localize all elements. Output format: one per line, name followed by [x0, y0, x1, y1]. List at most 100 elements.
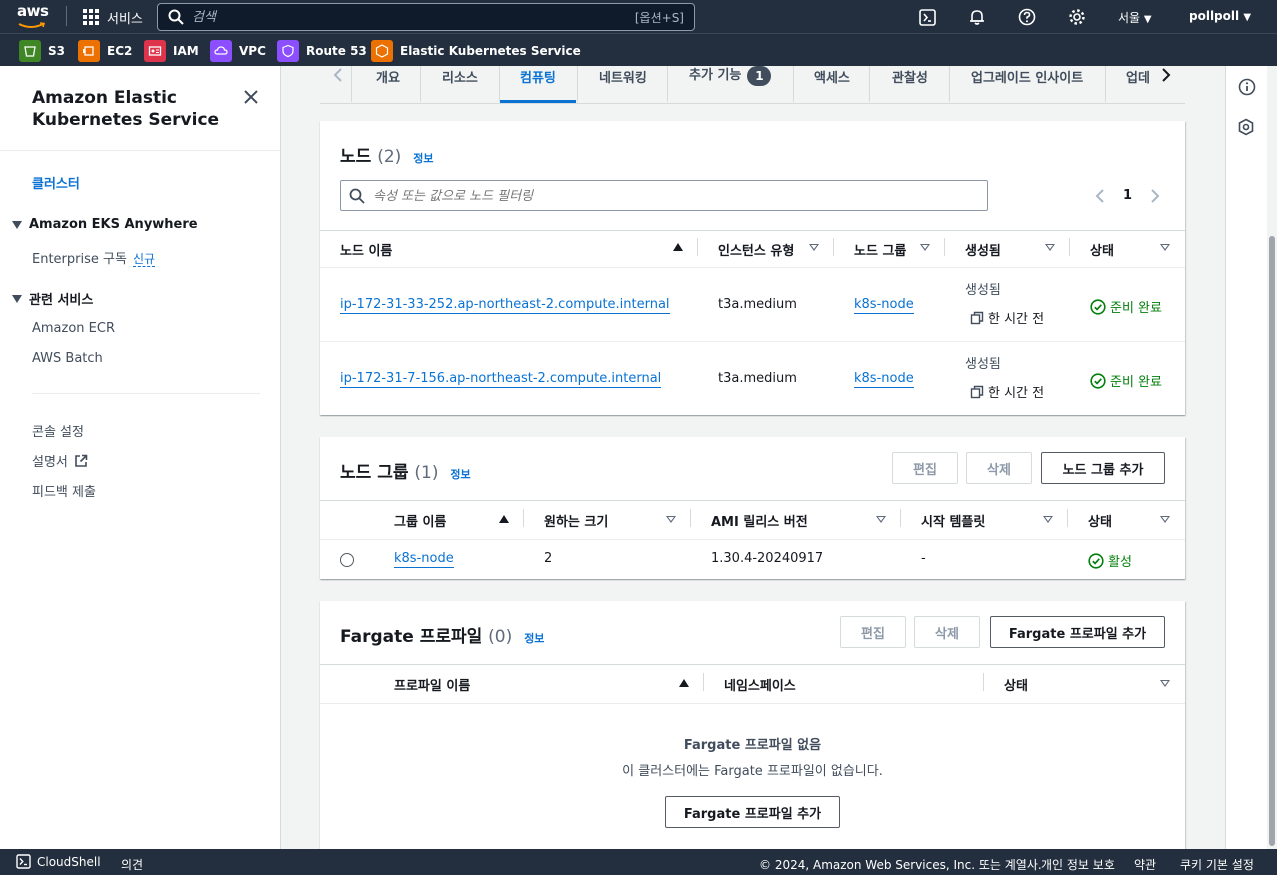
- sidebar-item-feedback[interactable]: 피드백 제출: [32, 481, 96, 500]
- node-name[interactable]: ip-172-31-7-156.ap-northeast-2.compute.i…: [340, 371, 662, 388]
- sort-icon[interactable]: [920, 244, 930, 251]
- node-group[interactable]: k8s-node: [854, 297, 914, 314]
- sidebar-section-related[interactable]: 관련 서비스: [12, 289, 93, 308]
- bell-icon[interactable]: [967, 7, 987, 27]
- services-menu-button[interactable]: 서비스: [83, 8, 143, 27]
- copy-icon[interactable]: [970, 385, 984, 399]
- sort-icon[interactable]: [809, 244, 819, 251]
- info-link[interactable]: 정보: [450, 468, 470, 481]
- column-header-group-name[interactable]: 그룹 이름: [394, 511, 446, 530]
- column-header-namespace[interactable]: 네임스페이스: [724, 675, 796, 694]
- sidebar-section-eks-anywhere[interactable]: Amazon EKS Anywhere: [12, 217, 198, 232]
- add-node-group-button[interactable]: 노드 그룹 추가: [1041, 452, 1165, 484]
- node-name-link[interactable]: ip-172-31-7-156.ap-northeast-2.compute.i…: [340, 371, 662, 388]
- chevron-right-icon[interactable]: [1149, 188, 1161, 204]
- feedback-link[interactable]: 의견: [121, 856, 143, 873]
- chevron-left-icon[interactable]: [332, 67, 344, 83]
- column-header-instance-type[interactable]: 인스턴스 유형: [718, 240, 794, 259]
- node-group[interactable]: k8s-node: [854, 371, 914, 388]
- tab-compute[interactable]: 컴퓨팅: [500, 66, 576, 103]
- tab-observability[interactable]: 관찰성: [892, 66, 928, 103]
- sort-icon[interactable]: [1160, 244, 1170, 251]
- sidebar-title[interactable]: Amazon Elastic Kubernetes Service: [32, 87, 232, 131]
- hexagon-settings-icon[interactable]: [1237, 118, 1255, 140]
- page-scrollbar[interactable]: [1267, 66, 1277, 849]
- column-header-ami-version[interactable]: AMI 릴리스 버전: [711, 511, 808, 530]
- node-group-link[interactable]: k8s-node: [854, 371, 914, 388]
- node-name-link[interactable]: ip-172-31-33-252.ap-northeast-2.compute.…: [340, 297, 670, 314]
- global-search[interactable]: [옵션+S]: [157, 3, 695, 31]
- favorite-iam[interactable]: IAM: [144, 40, 199, 62]
- nodes-filter[interactable]: [340, 180, 988, 211]
- search-input[interactable]: [192, 7, 612, 27]
- sidebar-item-batch[interactable]: AWS Batch: [32, 351, 103, 366]
- group-name-link[interactable]: k8s-node: [394, 551, 454, 568]
- sort-icon[interactable]: [876, 516, 886, 523]
- favorite-ec2[interactable]: EC2: [78, 40, 132, 62]
- column-header-node-name[interactable]: 노드 이름: [340, 240, 392, 259]
- nodes-filter-input[interactable]: [373, 186, 973, 206]
- column-header-launch-template[interactable]: 시작 템플릿: [921, 511, 985, 530]
- tab-addons[interactable]: 추가 기능 1: [689, 63, 772, 100]
- tab-access[interactable]: 액세스: [814, 66, 850, 103]
- empty-state-add-button[interactable]: Fargate 프로파일 추가: [665, 796, 840, 828]
- sidebar-item-clusters[interactable]: 클러스터: [32, 173, 80, 192]
- info-link[interactable]: 정보: [524, 632, 544, 645]
- favorite-s3[interactable]: S3: [19, 40, 65, 62]
- node-group-link[interactable]: k8s-node: [854, 297, 914, 314]
- info-link[interactable]: 정보: [413, 152, 433, 165]
- terms-link[interactable]: 약관: [1134, 856, 1156, 873]
- region-selector[interactable]: 서울 ▼: [1118, 9, 1152, 26]
- aws-logo[interactable]: aws: [17, 4, 51, 28]
- sort-icon[interactable]: [1160, 680, 1170, 687]
- gear-icon[interactable]: [1067, 7, 1087, 27]
- close-icon[interactable]: [243, 89, 259, 105]
- add-fargate-profile-button[interactable]: Fargate 프로파일 추가: [990, 616, 1165, 648]
- page-number[interactable]: 1: [1123, 188, 1132, 203]
- column-header-created[interactable]: 생성됨: [965, 240, 1001, 259]
- sidebar-item-enterprise[interactable]: Enterprise 구독 신규: [32, 248, 156, 267]
- cloudshell-button[interactable]: CloudShell: [16, 854, 101, 869]
- column-header-node-group[interactable]: 노드 그룹: [854, 240, 906, 259]
- column-header-status[interactable]: 상태: [1088, 511, 1112, 530]
- sort-ascending-icon[interactable]: [673, 243, 683, 251]
- sort-ascending-icon[interactable]: [679, 679, 689, 687]
- edit-button[interactable]: 편집: [840, 616, 906, 648]
- favorite-vpc[interactable]: VPC: [210, 40, 266, 62]
- tab-upgrade-insights[interactable]: 업그레이드 인사이트: [971, 66, 1083, 103]
- sidebar-item-docs[interactable]: 설명서: [32, 451, 88, 470]
- favorite-eks[interactable]: Elastic Kubernetes Service: [371, 40, 581, 62]
- sort-icon[interactable]: [1043, 516, 1053, 523]
- column-header-status[interactable]: 상태: [1004, 675, 1028, 694]
- privacy-link[interactable]: 개인 정보 보호: [1041, 856, 1115, 873]
- tab-resources[interactable]: 리소스: [442, 66, 478, 103]
- help-icon[interactable]: [1017, 7, 1037, 27]
- column-header-profile-name[interactable]: 프로파일 이름: [394, 675, 470, 694]
- chevron-left-icon[interactable]: [1094, 188, 1106, 204]
- group-name[interactable]: k8s-node: [394, 551, 454, 568]
- sort-ascending-icon[interactable]: [499, 515, 509, 523]
- info-circle-icon[interactable]: [1238, 78, 1256, 100]
- copy-icon[interactable]: [970, 311, 984, 325]
- scrollbar-thumb[interactable]: [1269, 236, 1275, 846]
- tab-networking[interactable]: 네트워킹: [599, 66, 647, 103]
- sort-icon[interactable]: [1045, 244, 1055, 251]
- row-radio[interactable]: [340, 553, 354, 567]
- edit-button[interactable]: 편집: [892, 452, 958, 484]
- sidebar-item-ecr[interactable]: Amazon ECR: [32, 321, 115, 336]
- column-header-status[interactable]: 상태: [1090, 240, 1114, 259]
- chevron-right-icon[interactable]: [1160, 67, 1172, 83]
- column-header-desired-size[interactable]: 원하는 크기: [544, 511, 608, 530]
- favorite-route53[interactable]: Route 53: [277, 40, 367, 62]
- cloudshell-icon[interactable]: [917, 7, 937, 27]
- sort-icon[interactable]: [666, 516, 676, 523]
- node-name[interactable]: ip-172-31-33-252.ap-northeast-2.compute.…: [340, 297, 670, 314]
- tab-update-history[interactable]: 업데: [1126, 66, 1150, 103]
- cookie-preferences-link[interactable]: 쿠키 기본 설정: [1180, 856, 1254, 873]
- delete-button[interactable]: 삭제: [966, 452, 1032, 484]
- account-menu[interactable]: pollpoll ▼: [1189, 9, 1251, 23]
- delete-button[interactable]: 삭제: [914, 616, 980, 648]
- sidebar-item-console-settings[interactable]: 콘솔 설정: [32, 421, 84, 440]
- tab-overview[interactable]: 개요: [376, 66, 400, 103]
- sort-icon[interactable]: [1160, 516, 1170, 523]
